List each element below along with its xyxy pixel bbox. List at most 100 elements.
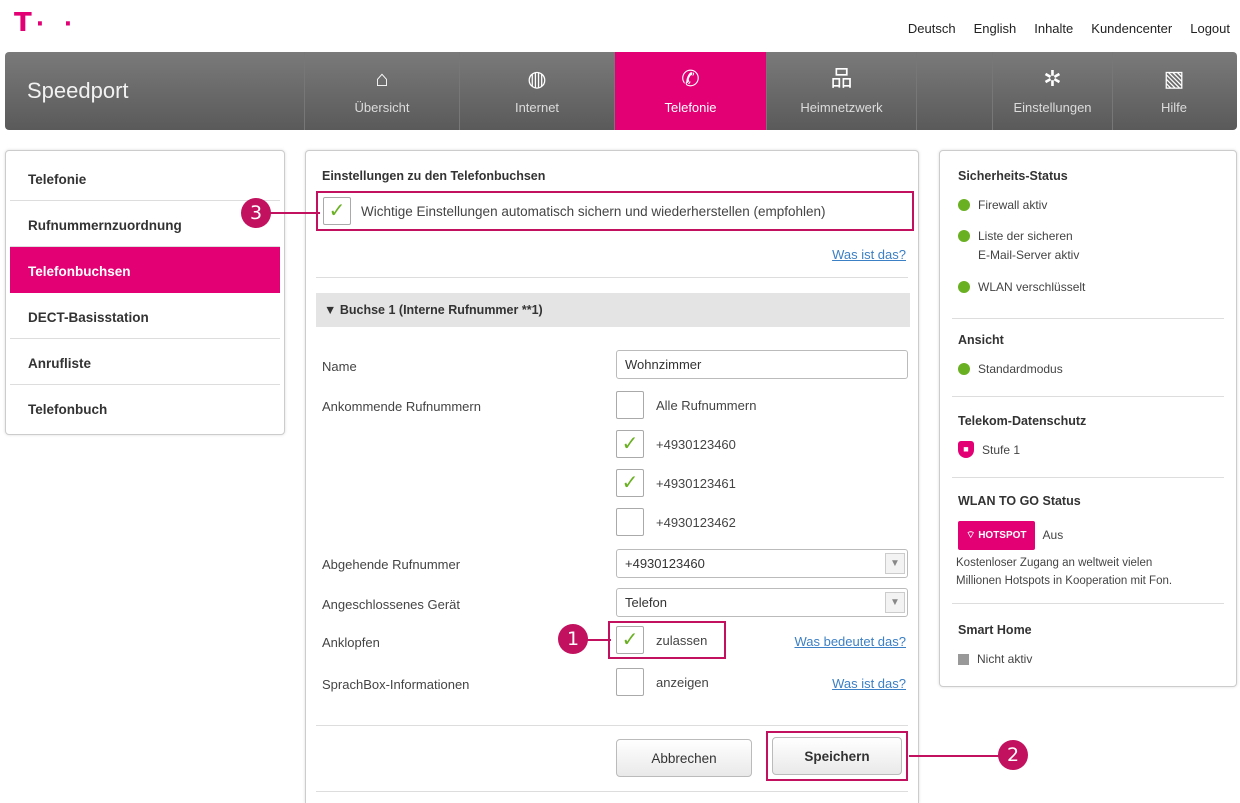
incoming-number-1[interactable]: ✓ +4930123460 bbox=[616, 430, 736, 458]
smarthome-title: Smart Home bbox=[958, 623, 1032, 637]
status-view-mode: Standardmodus bbox=[958, 360, 1063, 379]
status-firewall: Firewall aktiv bbox=[958, 196, 1047, 215]
checkbox[interactable]: ✓ bbox=[616, 430, 644, 458]
nav-uebersicht[interactable]: ⌂ Übersicht bbox=[305, 52, 460, 130]
checkbox[interactable] bbox=[616, 668, 644, 696]
status-ok-icon bbox=[958, 199, 970, 211]
privacy-title: Telekom-Datenschutz bbox=[958, 414, 1087, 428]
nav-label: Internet bbox=[514, 99, 560, 115]
sidebar-item-dect-basisstation[interactable]: DECT-Basisstation bbox=[10, 293, 280, 339]
divider bbox=[316, 725, 908, 726]
link-kundencenter[interactable]: Kundencenter bbox=[1091, 21, 1172, 36]
status-text: Firewall aktiv bbox=[978, 198, 1048, 212]
callout-1-line bbox=[585, 639, 611, 641]
sprachbox-help-link[interactable]: Was ist das? bbox=[832, 676, 906, 691]
security-title: Sicherheits-Status bbox=[958, 169, 1068, 183]
sidebar-item-telefonbuch[interactable]: Telefonbuch bbox=[10, 385, 280, 431]
autosave-label: Wichtige Einstellungen automatisch siche… bbox=[361, 203, 826, 219]
name-field[interactable]: Wohnzimmer bbox=[616, 350, 908, 379]
status-mailserver: Liste der sicheren E-Mail-Server aktiv bbox=[958, 227, 1079, 265]
incoming-number-2[interactable]: ✓ +4930123461 bbox=[616, 469, 736, 497]
name-label: Name bbox=[322, 359, 357, 374]
incoming-number-3[interactable]: +4930123462 bbox=[616, 508, 736, 536]
checkbox[interactable]: ✓ bbox=[616, 626, 644, 654]
sidebar-item-telefonie[interactable]: Telefonie bbox=[10, 155, 280, 201]
status-smarthome: Nicht aktiv bbox=[958, 650, 1032, 669]
sidebar: Telefonie Rufnummernzuordnung Telefonbuc… bbox=[5, 150, 285, 435]
incoming-label: Ankommende Rufnummern bbox=[322, 399, 481, 414]
sidebar-item-telefonbuchsen[interactable]: Telefonbuchsen bbox=[10, 247, 280, 293]
triangle-down-icon: ▼ bbox=[324, 303, 337, 317]
accordion-buchse-1[interactable]: ▼ Buchse 1 (Interne Rufnummer **1) bbox=[316, 293, 910, 327]
divider bbox=[952, 477, 1224, 478]
status-text: Nicht aktiv bbox=[977, 652, 1033, 666]
telekom-logo[interactable]: T· · bbox=[14, 8, 78, 38]
accordion-title: Buchse 1 (Interne Rufnummer **1) bbox=[339, 303, 543, 317]
link-english[interactable]: English bbox=[974, 21, 1017, 36]
status-text: Liste der sicheren E-Mail-Server aktiv bbox=[978, 229, 1080, 262]
cancel-button[interactable]: Abbrechen bbox=[616, 739, 752, 777]
checkbox[interactable]: ✓ bbox=[616, 469, 644, 497]
status-wlan: WLAN verschlüsselt bbox=[958, 278, 1085, 297]
status-hotspot: ⌔ HOTSPOT Aus bbox=[958, 521, 1063, 550]
outgoing-value: +4930123460 bbox=[625, 556, 705, 571]
chevron-down-icon[interactable]: ▼ bbox=[885, 592, 905, 613]
nav-telefonie[interactable]: ✆ Telefonie bbox=[615, 52, 767, 130]
status-text: Stufe 1 bbox=[982, 443, 1021, 457]
device-label: Angeschlossenes Gerät bbox=[322, 597, 461, 612]
link-logout[interactable]: Logout bbox=[1190, 21, 1230, 36]
device-value: Telefon bbox=[625, 595, 667, 610]
option-label: Alle Rufnummern bbox=[656, 397, 757, 413]
option-label: +4930123462 bbox=[656, 514, 736, 530]
view-title: Ansicht bbox=[958, 333, 1004, 347]
wlantogo-title: WLAN TO GO Status bbox=[958, 494, 1081, 508]
section-title: Einstellungen zu den Telefonbuchsen bbox=[322, 169, 546, 183]
status-ok-icon bbox=[958, 281, 970, 293]
outgoing-label: Abgehende Rufnummer bbox=[322, 557, 461, 572]
autosave-option[interactable]: ✓ Wichtige Einstellungen automatisch sic… bbox=[316, 191, 914, 231]
status-text: WLAN verschlüsselt bbox=[978, 280, 1086, 294]
callout-2-line bbox=[909, 755, 1001, 757]
sidebar-item-rufnummernzuordnung[interactable]: Rufnummernzuordnung bbox=[10, 201, 280, 247]
sprachbox-option[interactable]: anzeigen bbox=[616, 668, 709, 696]
callwaiting-help-link[interactable]: Was bedeutet das? bbox=[794, 634, 906, 649]
top-links: Deutsch English Inhalte Kundencenter Log… bbox=[908, 21, 1230, 36]
callwaiting-option[interactable]: ✓ zulassen bbox=[616, 626, 707, 654]
nav-einstellungen[interactable]: ✲ Einstellungen bbox=[993, 52, 1113, 130]
nav-label: Heimnetzwerk bbox=[800, 99, 883, 115]
checkbox[interactable] bbox=[616, 508, 644, 536]
sidebar-item-anrufliste[interactable]: Anrufliste bbox=[10, 339, 280, 385]
divider bbox=[316, 277, 908, 278]
wlantogo-description: Kostenloser Zugang an weltweit vielen Mil… bbox=[956, 557, 1173, 587]
status-text: Standardmodus bbox=[978, 362, 1063, 376]
nav-hilfe[interactable]: ▧ Hilfe bbox=[1113, 52, 1235, 130]
autosave-help-link[interactable]: Was ist das? bbox=[832, 247, 906, 262]
checkbox[interactable] bbox=[616, 391, 644, 419]
home-icon: ⌂ bbox=[375, 65, 389, 91]
callout-3-line bbox=[270, 212, 320, 214]
incoming-all[interactable]: Alle Rufnummern bbox=[616, 391, 756, 419]
link-deutsch[interactable]: Deutsch bbox=[908, 21, 956, 36]
device-select[interactable]: Telefon ▼ bbox=[616, 588, 908, 617]
outgoing-select[interactable]: +4930123460 ▼ bbox=[616, 549, 908, 578]
help-icon: ▧ bbox=[1163, 65, 1185, 91]
hotspot-badge: ⌔ HOTSPOT bbox=[958, 521, 1035, 550]
nav-internet[interactable]: ◍ Internet bbox=[460, 52, 615, 130]
gear-icon: ✲ bbox=[1043, 65, 1062, 91]
callout-1: 1 bbox=[558, 624, 588, 654]
nav-heimnetzwerk[interactable]: 品 Heimnetzwerk bbox=[767, 52, 917, 130]
callwaiting-label: Anklopfen bbox=[322, 635, 380, 650]
option-label: +4930123460 bbox=[656, 436, 736, 452]
link-inhalte[interactable]: Inhalte bbox=[1034, 21, 1073, 36]
nav-label: Übersicht bbox=[354, 99, 410, 115]
option-label: zulassen bbox=[656, 632, 708, 648]
phone-icon: ✆ bbox=[681, 65, 700, 91]
nav-label: Telefonie bbox=[664, 99, 717, 115]
nav-label: Hilfe bbox=[1160, 99, 1187, 115]
autosave-checkbox[interactable]: ✓ bbox=[323, 197, 351, 225]
main-nav: Speedport ⌂ Übersicht ◍ Internet ✆ Telef… bbox=[5, 52, 1237, 130]
status-privacy: ■ Stufe 1 bbox=[958, 441, 1020, 460]
callout-3: 3 bbox=[241, 198, 271, 228]
chevron-down-icon[interactable]: ▼ bbox=[885, 553, 905, 574]
save-button[interactable]: Speichern bbox=[772, 737, 902, 775]
